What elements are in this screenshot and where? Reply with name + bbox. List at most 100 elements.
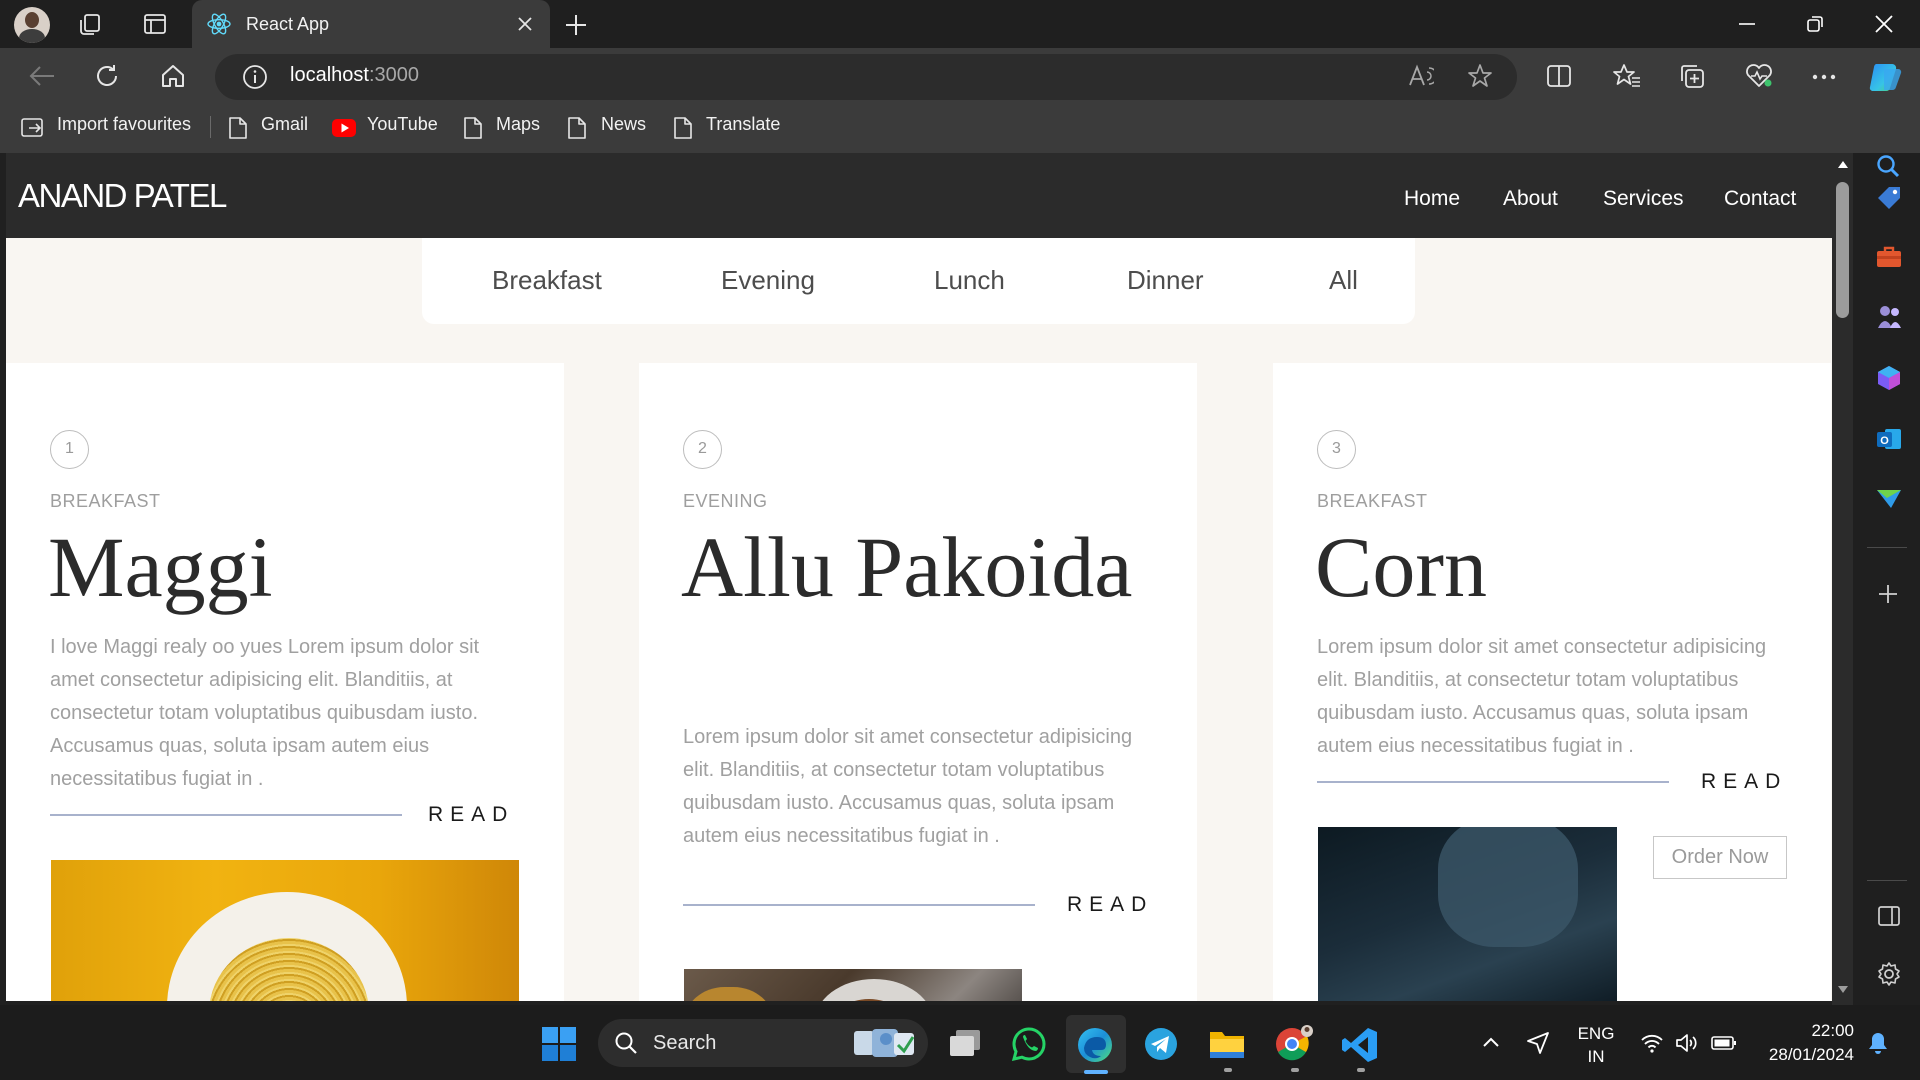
chrome-running-indicator (1291, 1068, 1299, 1072)
volume-icon[interactable] (1675, 1033, 1699, 1053)
drop-send-icon[interactable] (1875, 486, 1903, 510)
taskbar-search-label: Search (653, 1032, 717, 1054)
import-favourites-icon (20, 117, 46, 139)
tab-title: React App (246, 14, 330, 34)
nav-about[interactable]: About (1503, 187, 1558, 211)
copilot-icon[interactable] (1868, 60, 1904, 92)
more-options-icon[interactable] (1812, 74, 1836, 80)
tools-briefcase-icon[interactable] (1875, 245, 1903, 269)
task-view-icon[interactable] (948, 1028, 982, 1060)
read-link[interactable]: READ (1067, 893, 1153, 917)
back-icon[interactable] (28, 64, 56, 88)
profile-avatar[interactable] (14, 7, 50, 43)
sidebar-settings-gear-icon[interactable] (1876, 961, 1902, 987)
outlook-icon[interactable]: O (1875, 425, 1903, 453)
region-indicator[interactable]: IN (1576, 1047, 1616, 1067)
restore-icon[interactable] (1806, 15, 1824, 33)
filter-tab-lunch[interactable]: Lunch (934, 265, 1005, 296)
new-tab-icon[interactable] (564, 13, 588, 37)
favourites-divider (210, 116, 211, 138)
food-card: 2 EVENING Allu Pakoida Lorem ipsum dolor… (639, 363, 1197, 1001)
gmail-page-icon (228, 116, 248, 140)
url-text[interactable]: localhost:3000 (290, 64, 419, 87)
card-title: Corn (1315, 519, 1487, 615)
read-divider (683, 904, 1035, 906)
file-explorer-icon[interactable] (1208, 1027, 1246, 1061)
news-page-icon (567, 116, 587, 140)
windows-start-icon[interactable] (542, 1027, 576, 1061)
home-icon[interactable] (160, 63, 186, 89)
vscode-running-indicator (1357, 1068, 1365, 1072)
translate-page-icon (673, 116, 693, 140)
tab-actions-icon[interactable] (143, 12, 167, 36)
fav-gmail[interactable]: Gmail (261, 114, 308, 135)
scroll-thumb[interactable] (1836, 182, 1849, 318)
workspaces-icon[interactable] (78, 12, 104, 36)
fav-import-favourites[interactable]: Import favourites (57, 114, 191, 135)
read-aloud-icon[interactable] (1408, 64, 1434, 88)
telegram-icon[interactable] (1143, 1026, 1179, 1062)
battery-icon[interactable] (1711, 1035, 1737, 1051)
browser-tab-react-app[interactable]: React App (192, 0, 550, 48)
maps-page-icon (463, 116, 483, 140)
card-category: BREAKFAST (50, 491, 161, 511)
fav-news[interactable]: News (601, 114, 646, 135)
explorer-running-indicator (1224, 1068, 1232, 1072)
language-indicator[interactable]: ENG (1576, 1024, 1616, 1044)
scroll-up-arrow[interactable] (1837, 159, 1849, 169)
read-link[interactable]: READ (428, 803, 514, 827)
close-tab-icon[interactable] (518, 17, 532, 31)
read-link[interactable]: READ (1701, 770, 1787, 794)
order-now-button[interactable]: Order Now (1653, 836, 1787, 879)
refresh-icon[interactable] (94, 63, 120, 89)
clock-date[interactable]: 28/01/2024 (1746, 1045, 1854, 1065)
site-logo[interactable]: ANAND PATEL (18, 177, 227, 215)
filter-tab-dinner[interactable]: Dinner (1127, 265, 1204, 296)
split-screen-icon[interactable] (1546, 64, 1572, 88)
browser-essentials-icon[interactable] (1745, 63, 1773, 89)
search-icon[interactable] (1875, 153, 1901, 179)
url-port: :3000 (368, 64, 419, 86)
hide-sidebar-icon[interactable] (1877, 905, 1901, 927)
card-title: Maggi (48, 519, 273, 615)
filter-tab-breakfast[interactable]: Breakfast (492, 265, 602, 296)
clock-time[interactable]: 22:00 (1746, 1021, 1854, 1041)
whatsapp-icon[interactable] (1011, 1026, 1047, 1062)
show-hidden-icons-chevron-up-icon[interactable] (1482, 1036, 1500, 1048)
location-arrow-icon[interactable] (1526, 1031, 1550, 1055)
copilot-sidebar-icon[interactable] (1875, 364, 1903, 392)
nav-services[interactable]: Services (1603, 187, 1684, 211)
card-category: BREAKFAST (1317, 491, 1428, 511)
card-description: Lorem ipsum dolor sit amet consectetur a… (683, 726, 1133, 847)
notifications-bell-icon[interactable] (1867, 1031, 1889, 1055)
favorite-star-icon[interactable] (1467, 63, 1493, 89)
add-sidebar-app-icon[interactable] (1877, 583, 1899, 605)
read-divider (50, 814, 402, 816)
filter-tab-all[interactable]: All (1329, 265, 1358, 296)
fav-maps[interactable]: Maps (496, 114, 540, 135)
games-icon[interactable] (1875, 303, 1903, 331)
taskbar-search-icon (614, 1031, 638, 1055)
filter-tab-evening[interactable]: Evening (721, 265, 815, 296)
chrome-icon[interactable] (1274, 1024, 1314, 1064)
site-info-icon[interactable] (242, 64, 268, 90)
favorites-icon[interactable] (1613, 63, 1641, 89)
edge-active-indicator (1084, 1070, 1108, 1074)
nav-home[interactable]: Home (1404, 187, 1460, 211)
edge-browser-icon[interactable] (1076, 1026, 1114, 1064)
food-card: 3 BREAKFAST Corn Lorem ipsum dolor sit a… (1273, 363, 1831, 1001)
sidebar-divider (1867, 880, 1907, 881)
nav-contact[interactable]: Contact (1724, 187, 1796, 211)
shopping-tag-icon[interactable] (1875, 184, 1903, 212)
react-logo-icon (206, 12, 232, 36)
scroll-down-arrow[interactable] (1837, 985, 1849, 995)
vscode-icon[interactable] (1341, 1026, 1379, 1064)
close-window-icon[interactable] (1875, 15, 1893, 33)
collections-icon[interactable] (1679, 63, 1705, 89)
fav-translate[interactable]: Translate (706, 114, 780, 135)
minimize-icon[interactable] (1738, 22, 1756, 26)
pakoda-photo (684, 969, 1022, 1001)
wifi-icon[interactable] (1640, 1033, 1664, 1053)
fav-youtube[interactable]: YouTube (367, 114, 438, 135)
card-title: Allu Pakoida (681, 519, 1133, 615)
